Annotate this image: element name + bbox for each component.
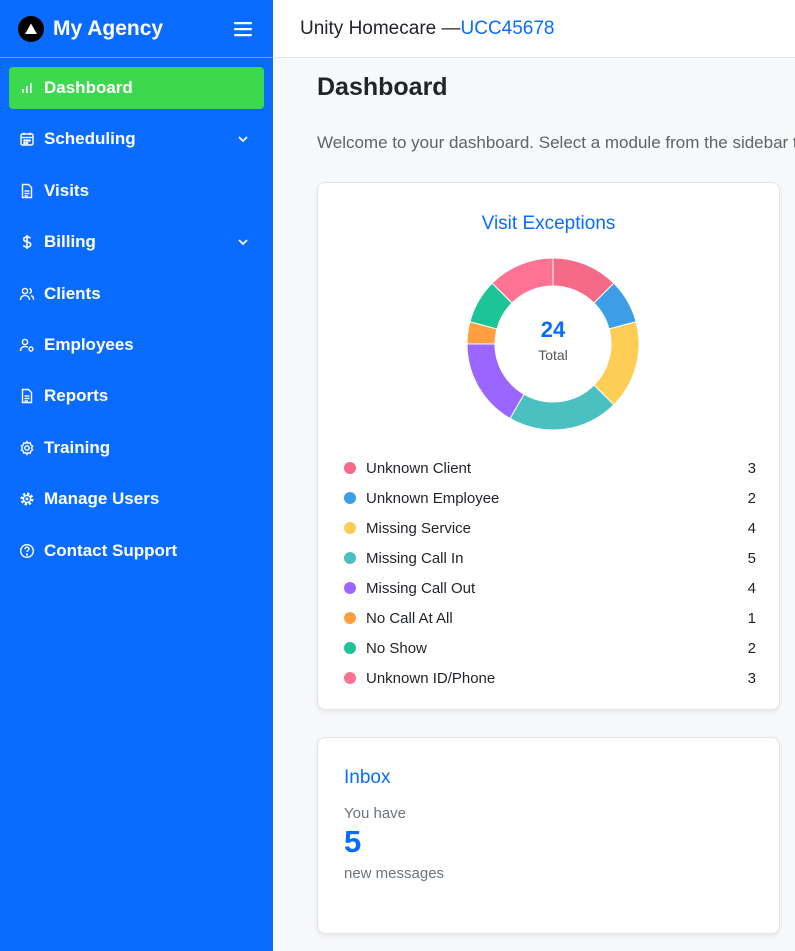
inbox-suffix-text: new messages	[344, 865, 445, 882]
sidebar-item-label: Reports	[44, 386, 109, 406]
sidebar-item-label: Dashboard	[44, 78, 133, 97]
visit-exceptions-card: Visit Exceptions 24 Total Unknown Client…	[317, 182, 780, 710]
chevron-down-icon[interactable]	[236, 132, 250, 146]
visit-exceptions-title: Visit Exceptions	[481, 213, 616, 234]
legend-value: 3	[747, 459, 756, 477]
legend-label: Unknown ID/Phone	[366, 669, 496, 687]
chart-legend: Unknown Client 3 Unknown Employee 2 Missing …	[344, 453, 756, 693]
top-header: Unity Homecare — UCC45678	[273, 0, 795, 58]
sidebar-item-visits[interactable]: Visits	[9, 170, 264, 212]
brand-bar: My Agency	[0, 0, 273, 58]
legend-color-dot	[344, 522, 356, 534]
legend-item[interactable]: Missing Call Out 4	[344, 573, 756, 603]
sidebar-item-label: Visits	[44, 180, 90, 200]
document-icon	[19, 183, 35, 199]
sidebar-item-label: Contact Support	[44, 540, 178, 560]
agency-logo-icon	[18, 15, 44, 42]
legend-value: 2	[747, 489, 756, 507]
legend-color-dot	[344, 642, 356, 654]
sidebar-item-dashboard[interactable]: Dashboard	[9, 67, 264, 109]
sidebar-item-contact-support[interactable]: Contact Support	[9, 530, 264, 572]
sidebar-item-label: Manage Users	[44, 489, 160, 509]
legend-label: Missing Call Out	[366, 579, 476, 597]
calendar-icon	[19, 131, 35, 147]
donut-chart: 24 Total	[458, 249, 648, 439]
sidebar-item-training[interactable]: Training	[9, 427, 264, 469]
donut-slice-missing-call-in[interactable]	[509, 384, 615, 431]
help-circle-icon	[19, 543, 35, 559]
sidebar-item-manage-users[interactable]: Manage Users	[9, 478, 264, 520]
sidebar-item-label: Training	[44, 437, 111, 457]
cog-icon	[19, 491, 35, 507]
sidebar-item-clients[interactable]: Clients	[9, 273, 264, 315]
main-content: Dashboard Welcome to your dashboard. Sel…	[273, 58, 795, 951]
sidebar-item-label: Billing	[44, 232, 96, 252]
dollar-icon	[19, 234, 35, 250]
donut-total-value: 24	[540, 317, 566, 342]
inbox-title: Inbox	[344, 767, 391, 788]
legend-item[interactable]: No Show 2	[344, 633, 756, 663]
sidebar-item-label: Employees	[44, 334, 134, 354]
legend-label: Unknown Employee	[366, 489, 500, 507]
legend-color-dot	[344, 582, 356, 594]
donut-total-label: Total	[538, 347, 568, 363]
legend-item[interactable]: No Call At All 1	[344, 603, 756, 633]
brand-title: My Agency	[53, 16, 164, 40]
user-gear-icon	[19, 337, 35, 353]
hamburger-menu-icon[interactable]	[231, 17, 255, 41]
donut-chart-svg	[466, 257, 640, 431]
sidebar-nav: Dashboard Scheduling Visits Billing Clie…	[0, 58, 273, 590]
organization-code[interactable]: UCC45678	[461, 18, 555, 40]
legend-item[interactable]: Unknown Employee 2	[344, 483, 756, 513]
legend-value: 2	[747, 639, 756, 657]
legend-item[interactable]: Missing Call In 5	[344, 543, 756, 573]
welcome-text: Welcome to your dashboard. Select a modu…	[317, 133, 795, 152]
organization-name: Unity Homecare —	[300, 17, 461, 39]
sidebar-item-reports[interactable]: Reports	[9, 375, 264, 417]
legend-value: 4	[747, 579, 756, 597]
sidebar-item-scheduling[interactable]: Scheduling	[9, 118, 264, 160]
legend-label: Missing Service	[366, 519, 472, 537]
legend-label: No Show	[366, 639, 427, 657]
sidebar-item-billing[interactable]: Billing	[9, 221, 264, 263]
page-title: Dashboard	[317, 73, 448, 101]
legend-value: 4	[747, 519, 756, 537]
inbox-intro-text: You have	[344, 805, 407, 822]
legend-item[interactable]: Missing Service 4	[344, 513, 756, 543]
gear-icon	[19, 439, 35, 456]
legend-color-dot	[344, 552, 356, 564]
inbox-message-count: 5	[344, 824, 362, 859]
legend-value: 3	[747, 669, 756, 687]
users-icon	[19, 286, 35, 302]
bar-chart-icon	[19, 80, 35, 96]
sidebar: My Agency Dashboard Scheduling Visits Bi…	[0, 0, 273, 951]
sidebar-item-label: Scheduling	[44, 129, 136, 149]
legend-color-dot	[344, 612, 356, 624]
chevron-down-icon[interactable]	[236, 235, 250, 249]
report-icon	[19, 388, 35, 404]
legend-color-dot	[344, 462, 356, 474]
legend-label: No Call At All	[366, 609, 453, 627]
legend-color-dot	[344, 492, 356, 504]
legend-value: 1	[747, 609, 756, 627]
sidebar-item-label: Clients	[44, 283, 101, 303]
sidebar-item-employees[interactable]: Employees	[9, 324, 264, 366]
legend-color-dot	[344, 672, 356, 684]
legend-label: Unknown Client	[366, 459, 472, 477]
legend-value: 5	[747, 549, 756, 567]
inbox-card[interactable]: Inbox You have 5 new messages	[317, 737, 780, 934]
legend-item[interactable]: Unknown Client 3	[344, 453, 756, 483]
legend-item[interactable]: Unknown ID/Phone 3	[344, 663, 756, 693]
legend-label: Missing Call In	[366, 549, 464, 567]
